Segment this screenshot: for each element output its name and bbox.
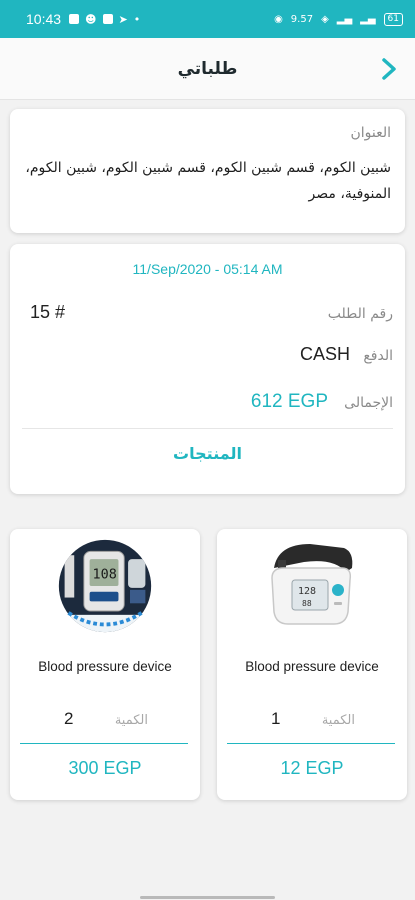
divider <box>22 428 393 429</box>
quantity-label: الكمية <box>321 713 355 728</box>
status-bar: 10:43 ☻ ➤ • ◉ 9.57 ◈ ▂▄ ▂▄ 61 <box>0 0 415 38</box>
message-icon <box>69 14 80 24</box>
blood-pressure-monitor-image: 128 88 <box>262 533 362 639</box>
price-divider <box>227 743 395 744</box>
address-card: العنوان شبين الكوم، قسم شبين الكوم، قسم … <box>10 109 405 233</box>
product-card[interactable]: 128 88 Blood pressure device الكمية 1 12… <box>217 529 407 800</box>
person-icon: ☻ <box>85 12 97 26</box>
order-number-label: رقم الطلب <box>327 306 393 322</box>
product-name: Blood pressure device <box>245 659 379 674</box>
quantity-label: الكمية <box>114 713 148 728</box>
battery-icon: 61 <box>383 12 403 26</box>
order-date: 11/Sep/2020 - 05:14 AM <box>132 261 283 277</box>
telegram-icon: ➤ <box>118 12 128 26</box>
address-label: العنوان <box>350 125 391 141</box>
chevron-right-icon[interactable] <box>377 54 401 84</box>
status-time: 10:43 <box>26 11 62 27</box>
order-number-value: 15 # <box>30 302 66 322</box>
home-indicator[interactable] <box>140 896 275 899</box>
net-speed: 9.57 <box>290 13 314 25</box>
order-card: 11/Sep/2020 - 05:14 AM رقم الطلب 15 # ال… <box>10 244 405 494</box>
product-price: 300 EGP <box>68 758 142 778</box>
products-link[interactable]: المنتجات <box>10 444 405 463</box>
price-divider <box>20 743 188 744</box>
app-bar: طلباتي <box>0 38 415 100</box>
payment-value: CASH <box>299 344 350 364</box>
quantity-value: 1 <box>271 709 281 728</box>
total-label: الإجمالى <box>344 395 393 411</box>
system-icons: ◉ 9.57 ◈ ▂▄ ▂▄ 61 <box>274 12 403 26</box>
svg-text:88: 88 <box>302 599 312 608</box>
dot-icon: • <box>133 12 141 26</box>
svg-text:128: 128 <box>298 586 316 597</box>
notification-icons: ☻ ➤ • <box>69 13 140 26</box>
page-title: طلباتي <box>177 58 238 79</box>
signal-icon: ▂▄ <box>336 13 353 25</box>
product-name: Blood pressure device <box>38 659 172 674</box>
signal-icon-2: ▂▄ <box>360 13 376 25</box>
incognito-icon: ◉ <box>274 13 283 25</box>
product-card[interactable]: 108 Blood pressure device الكمية 2 300 E… <box>10 529 200 800</box>
wifi-icon: ◈ <box>321 13 329 25</box>
address-value: شبين الكوم، قسم شبين الكوم، قسم شبين الك… <box>25 160 391 202</box>
glucose-meter-image: 108 <box>55 533 155 639</box>
linkedin-icon <box>102 14 113 24</box>
total-value: 612 EGP <box>250 391 328 412</box>
product-price: 12 EGP <box>280 758 344 778</box>
svg-text:108: 108 <box>93 567 117 582</box>
quantity-value: 2 <box>64 709 74 728</box>
payment-label: الدفع <box>363 348 393 364</box>
